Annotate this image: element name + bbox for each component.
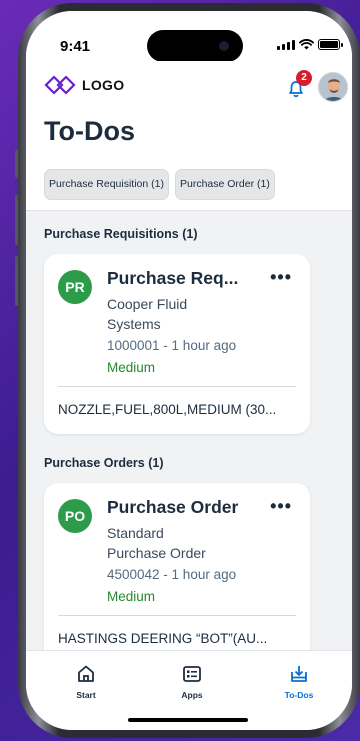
card-avatar: PR <box>58 270 92 304</box>
more-options-icon[interactable]: ••• <box>270 268 292 286</box>
card-subtitle: Standard Purchase Order <box>107 525 206 561</box>
home-icon <box>78 665 94 682</box>
user-photo-icon <box>319 73 347 101</box>
card-priority: Medium <box>107 589 156 604</box>
card-title: Purchase Req... <box>107 268 239 288</box>
app-logo[interactable]: LOGO <box>44 75 124 95</box>
todo-card-requisition[interactable]: PR Purchase Req... ••• Cooper Fluid Syst… <box>44 254 310 434</box>
tab-start[interactable]: Start <box>56 663 116 700</box>
tab-bar: Start Apps To-Dos <box>26 650 352 730</box>
filter-chip-requisition[interactable]: Purchase Requisition (1) <box>44 169 169 200</box>
apps-icon <box>183 666 201 682</box>
home-indicator <box>128 718 248 722</box>
dynamic-island <box>147 30 243 62</box>
status-bar: 9:41 <box>26 11 352 62</box>
card-title: Purchase Order <box>107 497 239 517</box>
filter-chips: Purchase Requisition (1) Purchase Order … <box>44 169 275 200</box>
notification-badge: 2 <box>296 70 312 86</box>
card-description: HASTINGS DEERING “BOT”(AU... <box>58 631 268 646</box>
card-meta: 4500042 - 1 hour ago <box>107 567 237 582</box>
section-title-requisitions: Purchase Requisitions (1) <box>44 227 198 241</box>
app-header: LOGO 2 To-Dos Purchase Requisition (1) P… <box>26 61 352 211</box>
card-divider <box>58 615 296 616</box>
card-priority: Medium <box>107 360 156 375</box>
more-options-icon[interactable]: ••• <box>270 497 292 515</box>
logo-text: LOGO <box>82 77 125 93</box>
card-avatar: PO <box>58 499 92 533</box>
card-subtitle: Cooper Fluid Systems <box>107 296 188 332</box>
logo-icon <box>44 75 76 95</box>
page-title: To-Dos <box>44 116 135 146</box>
wifi-icon <box>299 39 314 50</box>
camera-dot <box>219 41 229 51</box>
section-title-orders: Purchase Orders (1) <box>44 456 164 470</box>
filter-chip-order[interactable]: Purchase Order (1) <box>174 169 275 200</box>
phone-frame: 9:41 LOGO 2 To-Dos Purchase Requisition … <box>18 3 360 738</box>
user-avatar[interactable] <box>318 72 348 102</box>
tab-apps[interactable]: Apps <box>162 663 222 700</box>
battery-icon <box>318 39 343 50</box>
card-description: NOZZLE,FUEL,800L,MEDIUM (30... <box>58 402 277 417</box>
tab-todos[interactable]: To-Dos <box>269 663 329 700</box>
tab-label: To-Dos <box>284 690 314 700</box>
card-divider <box>58 386 296 387</box>
phone-screen: 9:41 LOGO 2 To-Dos Purchase Requisition … <box>26 11 352 730</box>
card-meta: 1000001 - 1 hour ago <box>107 338 237 353</box>
cellular-signal-icon <box>277 39 295 50</box>
todo-icon <box>291 666 307 682</box>
todo-card-order[interactable]: PO Purchase Order ••• Standard Purchase … <box>44 483 310 663</box>
header-divider <box>26 210 352 211</box>
tab-label: Apps <box>181 690 203 700</box>
tab-label: Start <box>76 690 96 700</box>
status-icons <box>277 39 343 50</box>
status-time: 9:41 <box>60 38 91 55</box>
